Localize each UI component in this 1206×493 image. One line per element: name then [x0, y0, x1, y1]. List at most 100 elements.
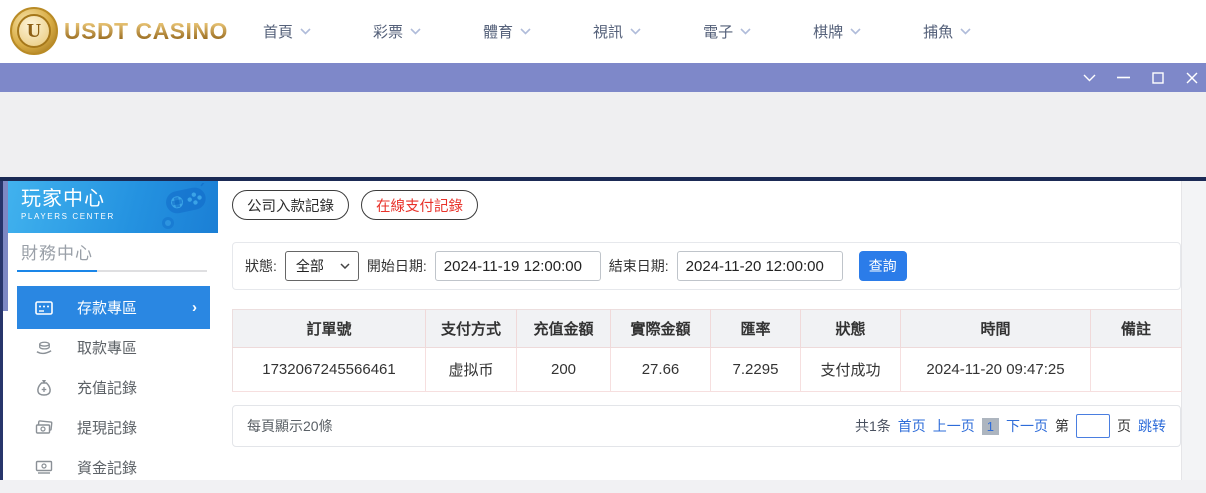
end-date-label: 結束日期: [609, 256, 669, 276]
col-rate: 匯率 [711, 310, 801, 348]
pagination-bar: 每頁顯示20條 共1条 首页 上一页 1 下一页 第 页 跳转 [232, 405, 1181, 447]
window-titlebar [0, 63, 1206, 92]
page-size-text: 每頁顯示20條 [247, 416, 333, 436]
chevron-right-icon: › [192, 299, 197, 316]
nav-item-fishing[interactable]: 捕魚 [923, 21, 971, 42]
sidebar-item-withdraw[interactable]: 取款專區 [17, 329, 210, 365]
current-page-badge[interactable]: 1 [982, 418, 999, 435]
col-status: 狀態 [801, 310, 901, 348]
hand-coins-icon [35, 338, 53, 356]
prev-page-link[interactable]: 上一页 [933, 416, 975, 436]
jump-label-post: 页 [1117, 416, 1131, 436]
cell-actual-amount: 27.66 [611, 348, 711, 392]
tab-company-deposit-record[interactable]: 公司入款記錄 [232, 190, 349, 220]
nav-item-label: 視訊 [593, 21, 623, 42]
nav-item-label: 電子 [703, 21, 733, 42]
filter-bar: 狀態: 全部 開始日期: 結束日期: 查詢 [232, 242, 1181, 290]
sidebar-item-label: 資金記錄 [77, 457, 137, 478]
status-select[interactable]: 全部 [285, 251, 359, 281]
nav-item-label: 捕魚 [923, 21, 953, 42]
chevron-down-icon [630, 28, 641, 35]
col-actual-amount: 實際金額 [611, 310, 711, 348]
collapse-icon[interactable] [1081, 69, 1098, 86]
status-label: 狀態: [245, 256, 277, 276]
table-header-row: 訂單號 支付方式 充值金額 實際金額 匯率 狀態 時間 備註 [233, 310, 1182, 348]
logo-coin-icon: U [10, 7, 58, 55]
sidebar-item-recharge-record[interactable]: 充值記錄 [17, 369, 210, 405]
cell-order-no: 1732067245566461 [233, 348, 426, 392]
chevron-down-icon [850, 28, 861, 35]
sidebar-section-title: 財務中心 [21, 239, 93, 264]
sidebar-banner: 玩家中心 PLAYERS CENTER [8, 181, 218, 233]
sidebar-item-funds-record[interactable]: 資金記錄 [17, 449, 210, 485]
cell-remark [1091, 348, 1182, 392]
nav-item-sports[interactable]: 體育 [483, 21, 531, 42]
record-tabs: 公司入款記錄 在線支付記錄 [232, 190, 478, 220]
nav-item-home[interactable]: 首頁 [263, 21, 311, 42]
top-nav: 首頁 彩票 體育 視訊 電子 棋牌 [263, 0, 971, 63]
chevron-down-icon [960, 28, 971, 35]
close-icon[interactable] [1183, 69, 1200, 86]
spacer-band [0, 92, 1206, 177]
col-recharge-amount: 充值金額 [517, 310, 611, 348]
window-controls [1081, 63, 1200, 92]
end-date-input[interactable] [677, 251, 843, 281]
maximize-icon[interactable] [1149, 69, 1166, 86]
bill-stack-icon [35, 458, 53, 476]
sidebar: 玩家中心 PLAYERS CENTER [8, 181, 218, 480]
pagination-controls: 共1条 首页 上一页 1 下一页 第 页 跳转 [855, 414, 1166, 438]
start-date-label: 開始日期: [367, 256, 427, 276]
cell-pay-method: 虚拟币 [426, 348, 517, 392]
scrollbar-track[interactable] [1181, 181, 1206, 480]
sidebar-item-deposit[interactable]: 存款專區 › [17, 286, 210, 329]
gamepad-icon [158, 183, 214, 231]
search-button[interactable]: 查詢 [859, 251, 907, 281]
sidebar-item-label: 存款專區 [77, 297, 137, 318]
banknote-icon [35, 418, 53, 436]
logo-letter: U [17, 14, 51, 48]
jump-page-input[interactable] [1076, 414, 1110, 438]
sidebar-item-label: 充值記錄 [77, 377, 137, 398]
nav-item-label: 棋牌 [813, 21, 843, 42]
sidebar-item-label: 取款專區 [77, 337, 137, 358]
cell-time: 2024-11-20 09:47:25 [901, 348, 1091, 392]
col-pay-method: 支付方式 [426, 310, 517, 348]
logo-text: USDT CASINO [64, 18, 228, 45]
col-remark: 備註 [1091, 310, 1182, 348]
deposit-card-icon [35, 299, 53, 317]
chevron-down-icon [300, 28, 311, 35]
cell-status: 支付成功 [801, 348, 901, 392]
col-order-no: 訂單號 [233, 310, 426, 348]
chevron-down-icon [340, 263, 350, 269]
sidebar-divider [17, 270, 207, 272]
nav-item-label: 首頁 [263, 21, 293, 42]
nav-item-live[interactable]: 視訊 [593, 21, 641, 42]
money-bag-icon [35, 378, 53, 396]
cell-rate: 7.2295 [711, 348, 801, 392]
cell-recharge-amount: 200 [517, 348, 611, 392]
sidebar-item-label: 提現記錄 [77, 417, 137, 438]
status-select-value: 全部 [296, 256, 324, 276]
jump-label-pre: 第 [1055, 416, 1069, 436]
minimize-icon[interactable] [1115, 69, 1132, 86]
nav-item-label: 彩票 [373, 21, 403, 42]
main-panel: 公司入款記錄 在線支付記錄 狀態: 全部 開始日期: 結束日期: 查詢 訂單號 [218, 181, 1181, 480]
next-page-link[interactable]: 下一页 [1006, 416, 1048, 436]
jump-button[interactable]: 跳转 [1138, 416, 1166, 436]
sidebar-item-withdrawal-record[interactable]: 提現記錄 [17, 409, 210, 445]
site-header: U USDT CASINO 首頁 彩票 體育 視訊 電子 [0, 0, 1206, 63]
app-window: U USDT CASINO 首頁 彩票 體育 視訊 電子 [0, 0, 1206, 493]
first-page-link[interactable]: 首页 [898, 416, 926, 436]
records-table: 訂單號 支付方式 充值金額 實際金額 匯率 狀態 時間 備註 173206724… [232, 309, 1182, 392]
logo: U USDT CASINO [10, 7, 228, 55]
chevron-down-icon [520, 28, 531, 35]
total-count-text: 共1条 [855, 416, 891, 436]
start-date-input[interactable] [435, 251, 601, 281]
nav-item-slots[interactable]: 電子 [703, 21, 751, 42]
nav-item-lottery[interactable]: 彩票 [373, 21, 421, 42]
tab-online-payment-record[interactable]: 在線支付記錄 [361, 190, 478, 220]
chevron-down-icon [410, 28, 421, 35]
nav-item-label: 體育 [483, 21, 513, 42]
chevron-down-icon [740, 28, 751, 35]
nav-item-cards[interactable]: 棋牌 [813, 21, 861, 42]
